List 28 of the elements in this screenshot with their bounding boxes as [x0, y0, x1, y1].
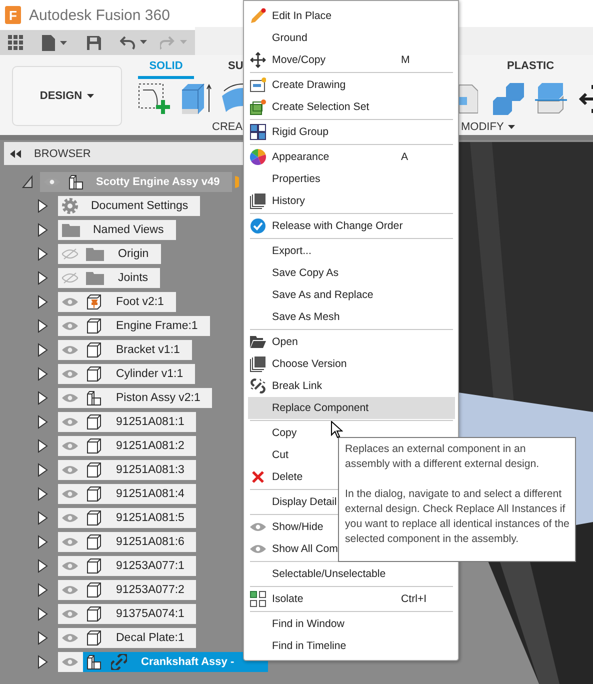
app-logo: F — [5, 6, 21, 24]
tree-label: 91253A077:1 — [116, 560, 184, 572]
tree-label: Crankshaft Assy - — [141, 656, 234, 668]
tree-label: Cylinder v1:1 — [116, 368, 184, 380]
tooltip-text: In the dialog, navigate to and select a different external design. Check Replace All Instances if you want to replace all identical instances of the selected component in the assembly. — [345, 487, 570, 547]
ribbon-group-label: MODIFY — [461, 121, 504, 133]
tree-label: 91253A077:2 — [116, 584, 184, 596]
tree-label: Bracket v1:1 — [116, 344, 180, 356]
tree-label: 91251A081:6 — [116, 536, 184, 548]
tree-label: 91251A081:3 — [116, 464, 184, 476]
tree-label: Document Settings — [91, 200, 188, 212]
tree-label: 91251A081:1 — [116, 416, 184, 428]
tooltip-text: Replaces an external component in an assembly with a different external design. — [345, 442, 540, 472]
tree-label: 91375A074:1 — [116, 608, 184, 620]
tree-label: Piston Assy v2:1 — [116, 392, 200, 404]
tree-label: Engine Frame:1 — [116, 320, 198, 332]
tree-label: 91251A081:2 — [116, 440, 184, 452]
browser-title: BROWSER — [34, 148, 91, 160]
tree-label: Named Views — [93, 224, 164, 236]
tree-label: Origin — [118, 248, 149, 260]
tree-label: Decal Plate:1 — [116, 632, 184, 644]
tree-label: 91251A081:5 — [116, 512, 184, 524]
tree-label: Scotty Engine Assy v49 — [96, 176, 220, 188]
tree-label: Joints — [118, 272, 148, 284]
ribbon-group-label: CREA — [212, 121, 243, 133]
tree-label: 91251A081:4 — [116, 488, 184, 500]
tree-label: Foot v2:1 — [116, 296, 164, 308]
window-title: Autodesk Fusion 360 — [29, 6, 170, 24]
